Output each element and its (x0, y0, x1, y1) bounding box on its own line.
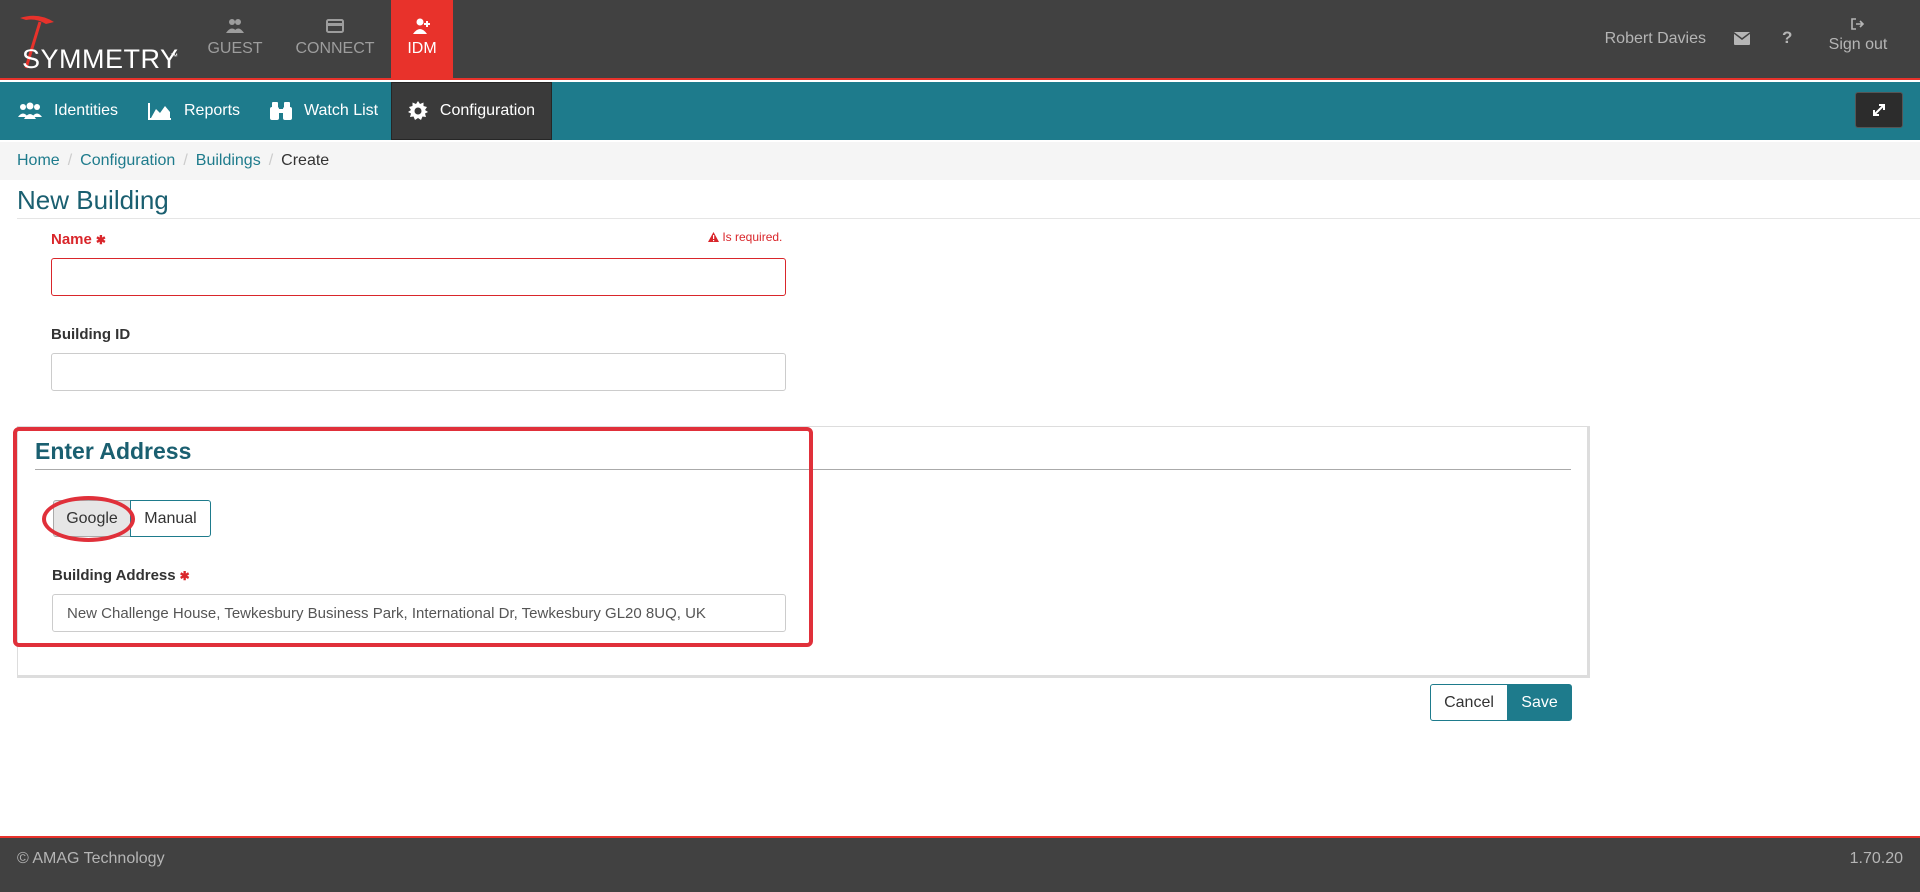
building-id-label: Building ID (51, 326, 131, 343)
address-panel (17, 426, 1590, 678)
address-panel-title: Enter Address (35, 438, 192, 464)
sign-out-label: Sign out (1828, 36, 1888, 53)
nav-configuration-label: Configuration (439, 102, 536, 119)
nav-watch-list-label: Watch List (304, 102, 379, 119)
name-error-message: Is required. (708, 230, 782, 244)
binoculars-icon (270, 102, 292, 120)
name-input[interactable] (51, 258, 786, 296)
app-tab-connect[interactable]: CONNECT (287, 0, 383, 80)
building-id-input[interactable] (51, 353, 786, 391)
manual-mode-button[interactable]: Manual (130, 500, 211, 537)
top-bar: SYMMETRY ™ GUEST CONNECT IDM Robert Davi… (0, 0, 1920, 80)
copyright-text: © AMAG Technology (17, 850, 165, 867)
breadcrumb-separator: / (268, 152, 274, 169)
app-tab-label: IDM (407, 40, 437, 57)
breadcrumb-current: Create (281, 152, 330, 169)
warning-icon (708, 232, 719, 242)
nav-configuration[interactable]: Configuration (391, 82, 552, 140)
nav-identities-label: Identities (54, 102, 119, 119)
area-chart-icon (148, 103, 171, 120)
page-title: New Building (17, 185, 169, 215)
name-error-text: Is required. (722, 230, 783, 244)
symmetry-logo[interactable]: SYMMETRY ™ (8, 8, 183, 76)
footer: © AMAG Technology 1.70.20 (0, 836, 1920, 892)
app-tab-label: CONNECT (295, 40, 375, 57)
required-icon: ✱ (179, 569, 190, 583)
address-panel-divider (35, 469, 1571, 470)
google-mode-button[interactable]: Google (53, 500, 131, 537)
app-tab-idm[interactable]: IDM (391, 0, 453, 80)
name-label: Name ✱ (51, 231, 106, 248)
main-nav: Identities Reports Watch List Configurat… (0, 82, 1920, 140)
breadcrumb-home[interactable]: Home (17, 152, 60, 170)
name-label-text: Name (51, 231, 92, 248)
breadcrumb-separator: / (183, 152, 188, 169)
help-icon[interactable]: ? (1782, 28, 1792, 48)
expand-icon (1873, 104, 1885, 116)
envelope-icon[interactable] (1734, 32, 1750, 45)
building-address-label-text: Building Address (52, 567, 176, 584)
sign-out-button[interactable]: Sign out (1820, 18, 1896, 54)
sign-out-icon (1851, 18, 1865, 30)
logo-text: SYMMETRY (22, 44, 179, 74)
breadcrumb-buildings[interactable]: Buildings (196, 152, 261, 170)
title-divider (17, 218, 1920, 219)
version-text: 1.70.20 (1849, 850, 1903, 867)
cancel-button[interactable]: Cancel (1430, 684, 1508, 721)
building-address-label: Building Address ✱ (52, 567, 190, 584)
nav-reports-label: Reports (184, 102, 241, 119)
save-button[interactable]: Save (1507, 684, 1572, 721)
user-name[interactable]: Robert Davies (1605, 30, 1706, 48)
gear-icon (407, 101, 428, 120)
building-address-input[interactable] (52, 594, 786, 632)
fullscreen-button[interactable] (1855, 92, 1903, 128)
nav-identities[interactable]: Identities (18, 82, 118, 140)
logo-trademark: ™ (170, 52, 178, 61)
app-tab-guest[interactable]: GUEST (198, 0, 272, 80)
required-icon: ✱ (95, 233, 106, 247)
user-plus-icon (413, 18, 430, 34)
breadcrumb-separator: / (67, 152, 73, 169)
users-icon (226, 19, 244, 33)
nav-watch-list[interactable]: Watch List (270, 82, 378, 140)
breadcrumb: Home / Configuration / Buildings / Creat… (0, 142, 1920, 180)
card-icon (326, 19, 344, 33)
nav-reports[interactable]: Reports (148, 82, 240, 140)
breadcrumb-configuration[interactable]: Configuration (80, 152, 175, 170)
app-tab-label: GUEST (207, 40, 263, 57)
users-icon (18, 102, 42, 119)
